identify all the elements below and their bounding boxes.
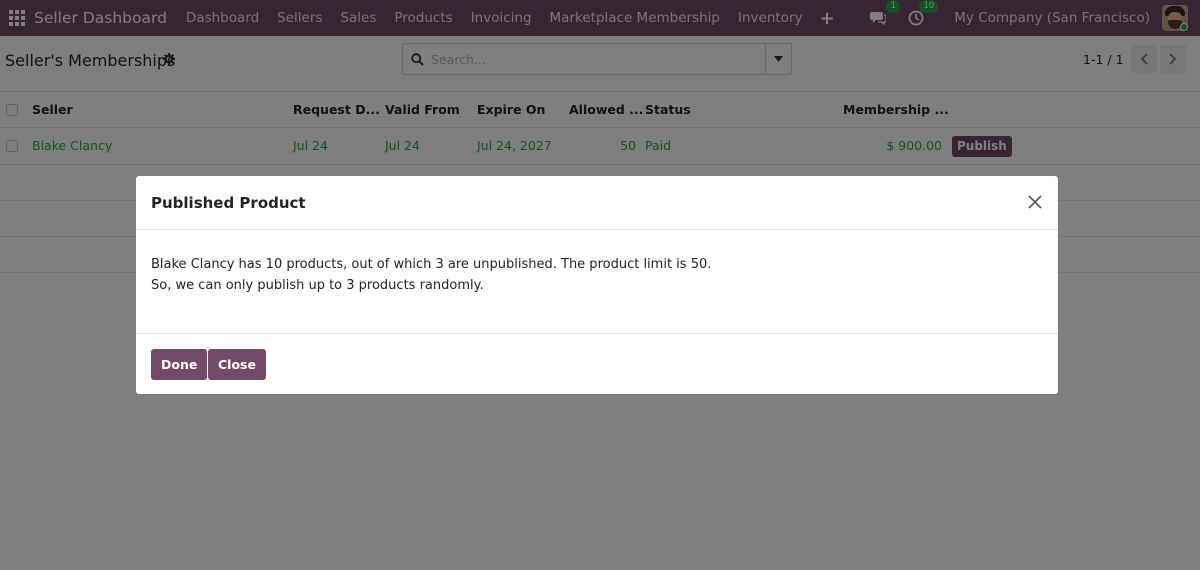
modal-footer: Done Close bbox=[136, 333, 1058, 394]
modal-message-line-2: So, we can only publish up to 3 products… bbox=[151, 278, 484, 293]
modal-title: Published Product bbox=[151, 194, 306, 212]
close-icon[interactable] bbox=[1026, 193, 1044, 211]
close-button[interactable]: Close bbox=[208, 349, 266, 380]
modal-message-line-1: Blake Clancy has 10 products, out of whi… bbox=[151, 257, 712, 272]
done-button[interactable]: Done bbox=[151, 349, 208, 380]
published-product-dialog: Published Product Blake Clancy has 10 pr… bbox=[136, 176, 1058, 394]
modal-header: Published Product bbox=[136, 176, 1058, 230]
modal-body: Blake Clancy has 10 products, out of whi… bbox=[151, 254, 711, 296]
